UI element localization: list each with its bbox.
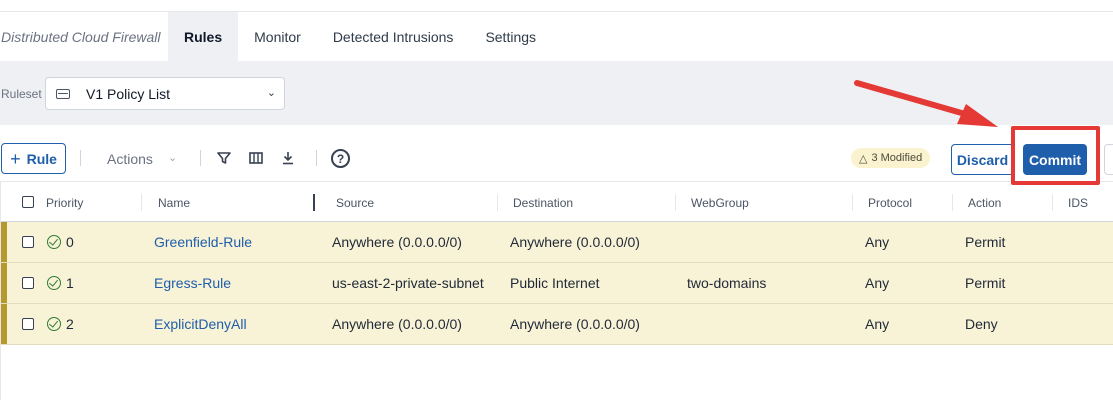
annotation-arrow [854,80,998,127]
commit-highlight-box [1011,126,1100,185]
